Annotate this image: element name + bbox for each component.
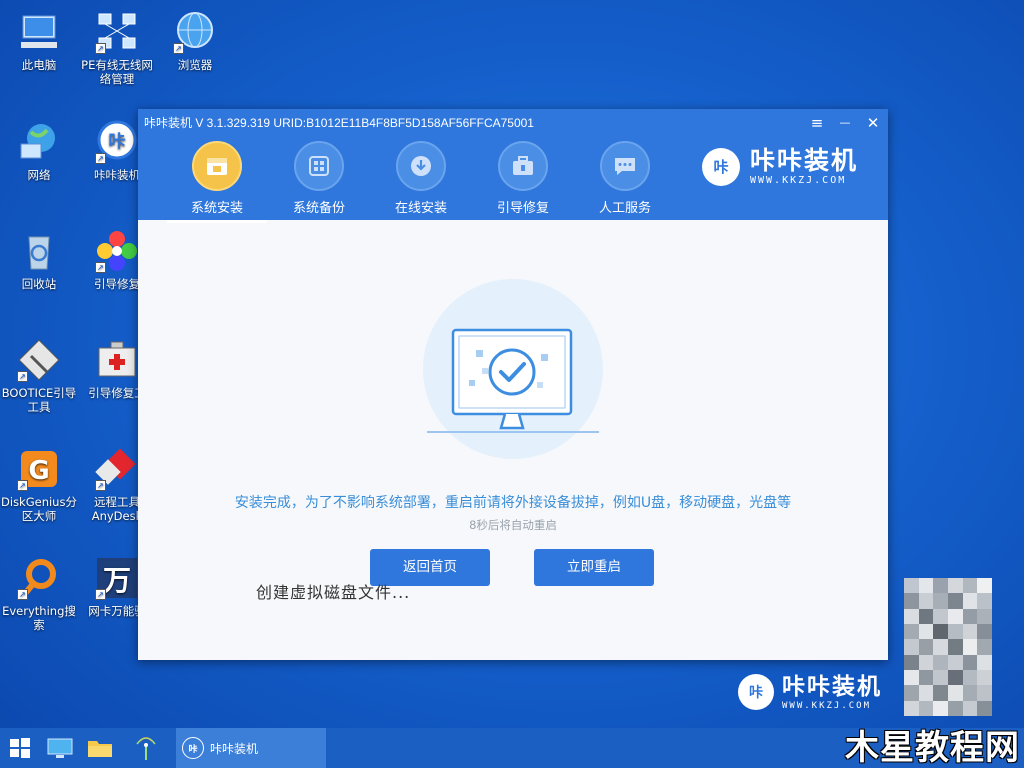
start-button[interactable] bbox=[0, 728, 40, 768]
network-globe-icon bbox=[17, 120, 61, 164]
svg-text:G: G bbox=[28, 456, 49, 486]
kaka-logo-icon: 咔 ↗ bbox=[95, 120, 139, 164]
desktop-icon-label: PE有线无线网络管理 bbox=[81, 58, 153, 86]
desktop-icon-label: DiskGenius分区大师 bbox=[1, 495, 77, 523]
kaka-installer-window: 咔咔装机 V 3.1.329.319 URID:B1012E11B4F8BF5D… bbox=[138, 109, 888, 660]
taskbar-network-button[interactable] bbox=[126, 728, 166, 768]
monitor-check-icon bbox=[427, 328, 599, 433]
desktop-icon-label: Everything搜索 bbox=[2, 604, 76, 632]
desktop-icon-bootice[interactable]: ↗ BOOTICE引导工具 bbox=[0, 338, 78, 414]
desktop-icon-label: 回收站 bbox=[21, 277, 57, 291]
kaka-logo-icon: 咔 bbox=[738, 674, 774, 710]
main-nav: 系统安装 系统备份 在线安装 引导修复 人工服务 bbox=[166, 141, 676, 223]
desktop-icon-label: 此电脑 bbox=[21, 58, 57, 72]
desktop-icon-this-pc[interactable]: 此电脑 bbox=[0, 10, 78, 72]
brand-url: WWW.KKZJ.COM bbox=[749, 175, 847, 186]
desktop-watermark: 咔 咔咔装机 WWW.KKZJ.COM bbox=[738, 673, 882, 711]
desktop-icon-label: BOOTICE引导工具 bbox=[1, 386, 77, 414]
chat-icon bbox=[600, 141, 650, 191]
toolbox-icon bbox=[498, 141, 548, 191]
shortcut-arrow-icon: ↗ bbox=[95, 589, 106, 600]
restart-countdown: 8秒后将自动重启 bbox=[469, 518, 557, 532]
shortcut-arrow-icon: ↗ bbox=[95, 480, 106, 491]
close-icon[interactable]: ✕ bbox=[862, 113, 884, 133]
install-complete-message: 安装完成，为了不影响系统部署，重启前请将外接设备拔掉，例如U盘，移动硬盘，光盘等 bbox=[234, 495, 792, 511]
kaka-logo-icon: 咔 bbox=[701, 147, 740, 186]
kaka-logo-icon: 咔 bbox=[182, 737, 204, 759]
shortcut-arrow-icon: ↗ bbox=[173, 43, 184, 54]
windows-start-icon bbox=[10, 738, 30, 758]
nic-driver-icon: 万 ↗ bbox=[95, 556, 139, 600]
pixelated-qr-code bbox=[904, 578, 992, 716]
anydesk-icon: ↗ bbox=[95, 447, 139, 491]
desktop-icon-label: 咔咔装机 bbox=[94, 168, 140, 182]
bootice-icon: ↗ bbox=[17, 338, 61, 382]
tab-label: 系统安装 bbox=[190, 201, 243, 216]
menu-icon[interactable]: ≡ bbox=[806, 113, 828, 133]
watermark-name: 咔咔装机 bbox=[782, 674, 882, 700]
taskbar-app-kaka[interactable]: 咔 咔咔装机 bbox=[176, 728, 326, 768]
wireless-antenna-icon bbox=[136, 737, 156, 760]
desktop-icon-network[interactable]: 网络 bbox=[0, 120, 78, 182]
install-icon bbox=[192, 141, 242, 191]
restart-now-button[interactable]: 立即重启 bbox=[534, 549, 654, 586]
shortcut-arrow-icon: ↗ bbox=[95, 153, 106, 164]
title-bar: 咔咔装机 V 3.1.329.319 URID:B1012E11B4F8BF5D… bbox=[144, 116, 534, 130]
monitor-icon bbox=[47, 738, 73, 758]
taskbar-app-label: 咔咔装机 bbox=[210, 741, 259, 756]
tab-manual-service[interactable]: 人工服务 bbox=[574, 141, 676, 223]
first-aid-kit-icon bbox=[95, 338, 139, 382]
creating-virtual-disk-status: 创建虚拟磁盘文件... bbox=[256, 583, 411, 602]
svg-text:万: 万 bbox=[103, 564, 131, 597]
desktop-icon-recycle-bin[interactable]: 回收站 bbox=[0, 229, 78, 291]
shortcut-arrow-icon: ↗ bbox=[17, 480, 28, 491]
desktop-icon-everything[interactable]: ↗ Everything搜索 bbox=[0, 556, 78, 632]
brand-name: 咔咔装机 bbox=[749, 146, 858, 175]
desktop-icon-browser[interactable]: ↗ 浏览器 bbox=[156, 10, 234, 72]
everything-search-icon: ↗ bbox=[17, 556, 61, 600]
minimize-icon[interactable]: — bbox=[834, 113, 856, 133]
install-complete-panel: 安装完成，为了不影响系统部署，重启前请将外接设备拔掉，例如U盘，移动硬盘，光盘等… bbox=[138, 220, 888, 660]
computer-icon bbox=[17, 10, 61, 54]
tab-online-install[interactable]: 在线安装 bbox=[370, 141, 472, 223]
corner-watermark: 木星教程网 bbox=[845, 728, 1020, 768]
desktop-icon-label: 浏览器 bbox=[177, 58, 213, 72]
tab-system-backup[interactable]: 系统备份 bbox=[268, 141, 370, 223]
shortcut-arrow-icon: ↗ bbox=[17, 589, 28, 600]
taskbar-explorer-button[interactable] bbox=[80, 728, 120, 768]
network-manager-icon: ↗ bbox=[95, 10, 139, 54]
browser-globe-icon: ↗ bbox=[173, 10, 217, 54]
diskgenius-icon: G ↗ bbox=[17, 447, 61, 491]
desktop-icon-label: 远程工具AnyDesk bbox=[91, 495, 143, 523]
tab-boot-repair[interactable]: 引导修复 bbox=[472, 141, 574, 223]
backup-icon bbox=[294, 141, 344, 191]
desktop-icon-label: 网络 bbox=[27, 168, 51, 182]
tab-label: 人工服务 bbox=[598, 201, 651, 216]
download-icon bbox=[396, 141, 446, 191]
watermark-url: WWW.KKZJ.COM bbox=[782, 701, 872, 711]
shortcut-arrow-icon: ↗ bbox=[95, 262, 106, 273]
app-header: 咔咔装机 V 3.1.329.319 URID:B1012E11B4F8BF5D… bbox=[138, 109, 888, 220]
desktop-icon-diskgenius[interactable]: G ↗ DiskGenius分区大师 bbox=[0, 447, 78, 523]
tab-label: 系统备份 bbox=[292, 201, 345, 216]
brand: 咔 咔咔装机 WWW.KKZJ.COM bbox=[701, 146, 858, 186]
desktop-icon-pe-network[interactable]: ↗ PE有线无线网络管理 bbox=[78, 10, 156, 86]
desktop-icon-label: 引导修复 bbox=[94, 277, 140, 291]
shortcut-arrow-icon: ↗ bbox=[95, 43, 106, 54]
svg-text:咔: 咔 bbox=[109, 132, 126, 152]
shortcut-arrow-icon: ↗ bbox=[17, 371, 28, 382]
taskbar-desktop-button[interactable] bbox=[40, 728, 80, 768]
recycle-bin-icon bbox=[17, 229, 61, 273]
boot-repair-flower-icon: ↗ bbox=[95, 229, 139, 273]
tab-label: 引导修复 bbox=[496, 201, 549, 216]
tab-label: 在线安装 bbox=[394, 201, 447, 216]
folder-icon bbox=[88, 741, 112, 757]
tab-system-install[interactable]: 系统安装 bbox=[166, 141, 268, 223]
